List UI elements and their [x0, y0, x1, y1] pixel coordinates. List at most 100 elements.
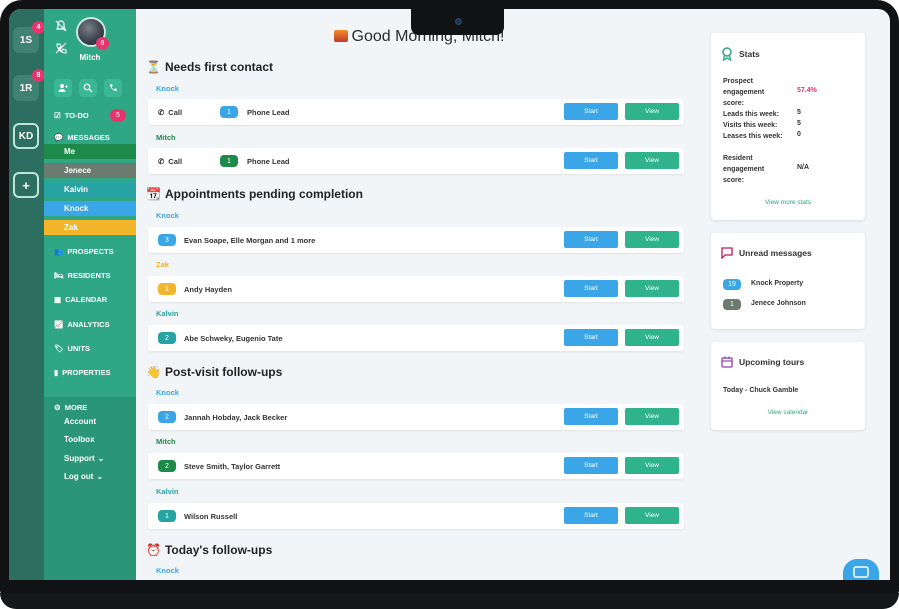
- section-title-text: Post-visit follow-ups: [164, 365, 283, 379]
- menu-item-logout[interactable]: Log out ⌄: [64, 472, 103, 481]
- group-label: Kalvin: [156, 487, 179, 496]
- message-inbox-me[interactable]: Me: [44, 144, 136, 159]
- tag-icon: 🏷: [54, 344, 64, 353]
- menu-item-support[interactable]: Support ⌄: [64, 454, 104, 463]
- list-item[interactable]: 2 Steve Smith, Taylor Garrett Start View: [148, 453, 684, 479]
- search-button[interactable]: [79, 79, 97, 97]
- message-inbox-kalvin[interactable]: Kalvin: [44, 182, 136, 197]
- menu-item-toolbox[interactable]: Toolbox: [64, 435, 95, 444]
- inbox-label: Zak: [64, 223, 78, 232]
- quick-actions: [54, 79, 134, 99]
- rail-item-kd[interactable]: KD: [13, 123, 39, 149]
- menu-item-label: Toolbox: [64, 435, 95, 444]
- list-item[interactable]: 3 Evan Soape, Elle Morgan and 1 more Sta…: [148, 227, 684, 253]
- group-label: Knock: [156, 84, 179, 93]
- camera-notch: [411, 9, 504, 35]
- stats-panel: Stats Prospect engagement score: 57.4% L…: [711, 33, 865, 220]
- screen: 1S 4 1R 8 KD + 8 Mitch ☑ TO-DO 5 💬 MESSA…: [9, 9, 890, 580]
- group-label: Zak: [156, 260, 169, 269]
- unread-thread-name[interactable]: Jenece Johnson: [751, 300, 806, 307]
- add-prospect-button[interactable]: [54, 79, 72, 97]
- unread-thread-name[interactable]: Knock Property: [751, 280, 803, 287]
- message-inbox-zak[interactable]: Zak: [44, 220, 136, 235]
- start-button[interactable]: Start: [564, 457, 618, 474]
- waving-hand-icon: 👋: [146, 365, 161, 379]
- view-more-stats-link[interactable]: View more stats: [711, 199, 865, 206]
- rail-item-1s[interactable]: 1S 4: [13, 21, 45, 53]
- sidebar: 8 Mitch ☑ TO-DO 5 💬 MESSAGES Me Jenece K…: [44, 9, 136, 580]
- start-button[interactable]: Start: [564, 507, 618, 524]
- count-badge: 1: [220, 106, 238, 118]
- gear-icon: ⚙: [54, 403, 61, 412]
- count-badge: 2: [158, 460, 176, 472]
- group-label: Mitch: [156, 133, 176, 142]
- section-title-text: Needs first contact: [164, 60, 273, 74]
- laptop-base: [0, 593, 899, 609]
- list-item[interactable]: 1 Wilson Russell Start View: [148, 503, 684, 529]
- tour-item[interactable]: Today - Chuck Gamble: [723, 385, 798, 396]
- panel-title: Stats: [721, 47, 760, 61]
- stat-label: Resident engagement score:: [723, 155, 765, 184]
- start-button[interactable]: Start: [564, 329, 618, 346]
- view-calendar-link[interactable]: View calendar: [711, 409, 865, 416]
- message-inbox-jenece[interactable]: Jenece: [44, 163, 136, 178]
- bell-off-icon[interactable]: [54, 19, 68, 33]
- chat-button[interactable]: [843, 559, 879, 580]
- sidebar-item-prospects[interactable]: 👥 PROSPECTS: [54, 247, 114, 256]
- view-button[interactable]: View: [625, 408, 679, 425]
- names-text: Wilson Russell: [184, 511, 238, 521]
- section-title-text: Appointments pending completion: [164, 187, 363, 201]
- sidebar-item-more[interactable]: ⚙ MORE: [54, 403, 87, 412]
- list-item[interactable]: 2 Jannah Hobday, Jack Becker Start View: [148, 404, 684, 430]
- rail-item-1r[interactable]: 1R 8: [13, 69, 45, 101]
- sidebar-item-label: PROSPECTS: [67, 247, 114, 256]
- phone-button[interactable]: [104, 79, 122, 97]
- stat-value: N/A: [797, 164, 810, 171]
- stat-value: 0: [797, 131, 801, 138]
- sidebar-item-messages[interactable]: 💬 MESSAGES: [54, 133, 110, 142]
- call-label: ✆ Call: [158, 99, 182, 125]
- view-button[interactable]: View: [625, 280, 679, 297]
- section-title-todays-followups: ⏰ Today's follow-ups: [146, 543, 272, 557]
- sidebar-item-calendar[interactable]: ▦ CALENDAR: [54, 295, 107, 304]
- count-badge: 1: [220, 155, 238, 167]
- view-button[interactable]: View: [625, 152, 679, 169]
- list-item[interactable]: 2 Abe Schweky, Eugenio Tate Start View: [148, 325, 684, 351]
- start-button[interactable]: Start: [564, 103, 618, 120]
- list-item[interactable]: ✆ Call 1 Phone Lead Start View: [148, 148, 684, 174]
- section-title-text: Today's follow-ups: [164, 543, 273, 557]
- start-button[interactable]: Start: [564, 280, 618, 297]
- view-button[interactable]: View: [625, 103, 679, 120]
- start-button[interactable]: Start: [564, 408, 618, 425]
- message-inbox-knock[interactable]: Knock: [44, 201, 136, 216]
- user-header: 8 Mitch: [44, 13, 136, 63]
- panel-title: Unread messages: [721, 247, 812, 259]
- avatar-badge: 8: [96, 37, 109, 50]
- menu-item-account[interactable]: Account: [64, 417, 96, 426]
- view-button[interactable]: View: [625, 507, 679, 524]
- panel-title-text: Stats: [739, 49, 760, 59]
- menu-item-label: Log out: [64, 472, 94, 481]
- sidebar-item-label: MORE: [64, 403, 88, 412]
- sidebar-item-properties[interactable]: ▮ PROPERTIES: [54, 368, 110, 377]
- start-button[interactable]: Start: [564, 152, 618, 169]
- sidebar-item-label: PROPERTIES: [62, 368, 111, 377]
- sidebar-item-residents[interactable]: 🛏 RESIDENTS: [54, 271, 110, 280]
- phone-icon: [110, 84, 117, 91]
- section-title-first-contact: ⏳ Needs first contact: [146, 60, 273, 74]
- add-property-button[interactable]: +: [13, 172, 39, 198]
- sidebar-item-label: RESIDENTS: [67, 271, 111, 280]
- main-content: Good Morning, Mitch! ⏳ Needs first contac…: [136, 9, 702, 580]
- view-button[interactable]: View: [625, 231, 679, 248]
- view-button[interactable]: View: [625, 329, 679, 346]
- start-button[interactable]: Start: [564, 231, 618, 248]
- plus-icon: +: [22, 177, 30, 193]
- names-text: Abe Schweky, Eugenio Tate: [184, 333, 283, 343]
- list-item[interactable]: ✆ Call 1 Phone Lead Start View: [148, 99, 684, 125]
- view-button[interactable]: View: [625, 457, 679, 474]
- list-item[interactable]: 1 Andy Hayden Start View: [148, 276, 684, 302]
- sidebar-item-analytics[interactable]: 📈 ANALYTICS: [54, 320, 110, 329]
- sidebar-item-todo[interactable]: ☑ TO-DO: [54, 111, 89, 120]
- bed-icon: 🛏: [54, 271, 64, 280]
- sidebar-item-units[interactable]: 🏷 UNITS: [54, 344, 90, 353]
